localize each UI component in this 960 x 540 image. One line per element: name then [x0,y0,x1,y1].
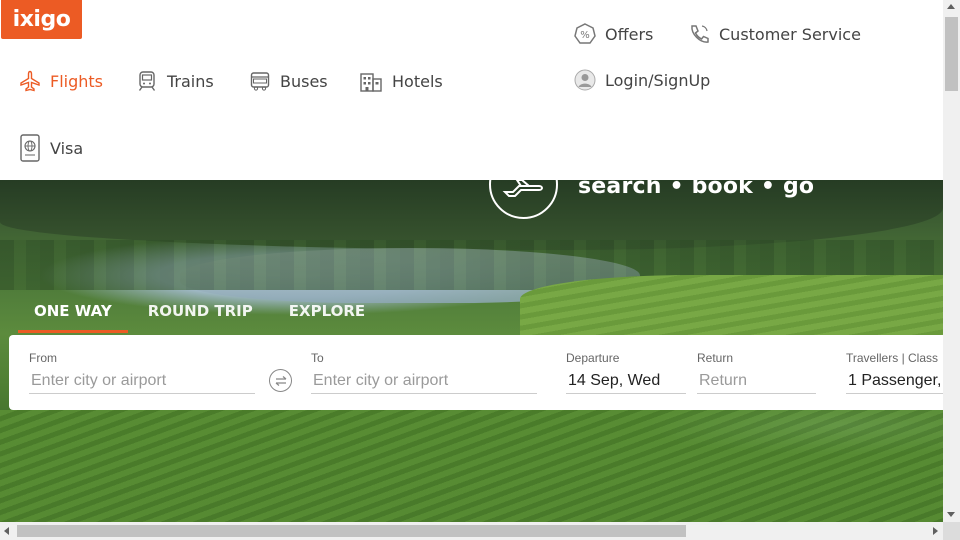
travellers-label: Travellers | Class [846,351,939,365]
train-icon [138,71,156,91]
scroll-right-arrow-icon[interactable] [933,527,938,535]
nav-trains-label: Trains [167,71,214,91]
nav-flights[interactable]: Flights [19,70,103,92]
swap-arrows-icon [275,375,286,386]
tab-round-trip[interactable]: ROUND TRIP [132,302,269,333]
offer-badge-icon: % [574,23,596,44]
customer-service-label: Customer Service [719,24,861,44]
customer-service-link[interactable]: Customer Service [688,23,861,45]
return-field: Return Return [697,351,816,394]
phone-icon [691,25,709,43]
offers-link[interactable]: % Offers [574,23,653,45]
nav-trains[interactable]: Trains [136,70,214,92]
tab-one-way[interactable]: ONE WAY [18,302,128,333]
hero-tea-field-right [520,275,943,335]
from-input[interactable] [29,372,255,394]
travellers-value[interactable]: 1 Passenger, Economy [846,372,943,394]
hotel-icon [360,73,382,92]
hero-tea-field [0,410,943,522]
login-signup-link[interactable]: Login/SignUp [574,69,710,91]
offers-label: Offers [605,24,654,44]
trip-type-tabs: ONE WAY ROUND TRIP EXPLORE [18,302,385,333]
from-label: From [29,351,57,365]
hero-tagline: search • book • go [578,180,815,199]
vertical-scroll-thumb[interactable] [945,17,958,91]
to-input[interactable] [311,372,537,394]
to-field: To [311,351,537,394]
vertical-scrollbar[interactable] [943,0,960,522]
logo-text: ixigo [12,7,71,32]
nav-visa[interactable]: Visa [19,134,83,162]
passport-icon [20,134,40,162]
from-field: From [29,351,255,394]
nav-visa-label: Visa [50,138,84,158]
flight-search-form: From To Departure 14 Sep, Wed Return Ret… [9,335,943,410]
user-icon [574,69,596,91]
nav-hotels[interactable]: Hotels [359,70,443,92]
ixigo-logo[interactable]: ixigo [1,0,82,39]
scrollbar-corner [943,522,960,540]
bus-icon [250,72,270,91]
plane-emblem-icon [489,180,558,219]
nav-buses[interactable]: Buses [249,70,328,92]
tab-explore[interactable]: EXPLORE [273,302,381,333]
nav-buses-label: Buses [280,71,328,91]
departure-date[interactable]: 14 Sep, Wed [566,372,686,394]
nav-flights-label: Flights [50,71,103,91]
site-header: ixigo % Offers Customer Service Login/Si… [0,0,943,180]
departure-label: Departure [566,351,620,365]
return-label: Return [697,351,734,365]
travellers-field: Travellers | Class 1 Passenger, Economy [846,351,943,394]
to-label: To [311,351,324,365]
scroll-down-arrow-icon[interactable] [947,512,955,517]
scroll-left-arrow-icon[interactable] [4,527,9,535]
horizontal-scrollbar[interactable] [0,522,943,540]
scroll-up-arrow-icon[interactable] [947,4,955,9]
svg-text:%: % [580,30,590,41]
swap-button[interactable] [269,369,292,392]
horizontal-scroll-thumb[interactable] [17,525,686,537]
departure-field: Departure 14 Sep, Wed [566,351,686,394]
return-date[interactable]: Return [697,372,816,394]
nav-hotels-label: Hotels [392,71,443,91]
plane-icon [20,70,40,92]
login-signup-label: Login/SignUp [605,70,711,90]
